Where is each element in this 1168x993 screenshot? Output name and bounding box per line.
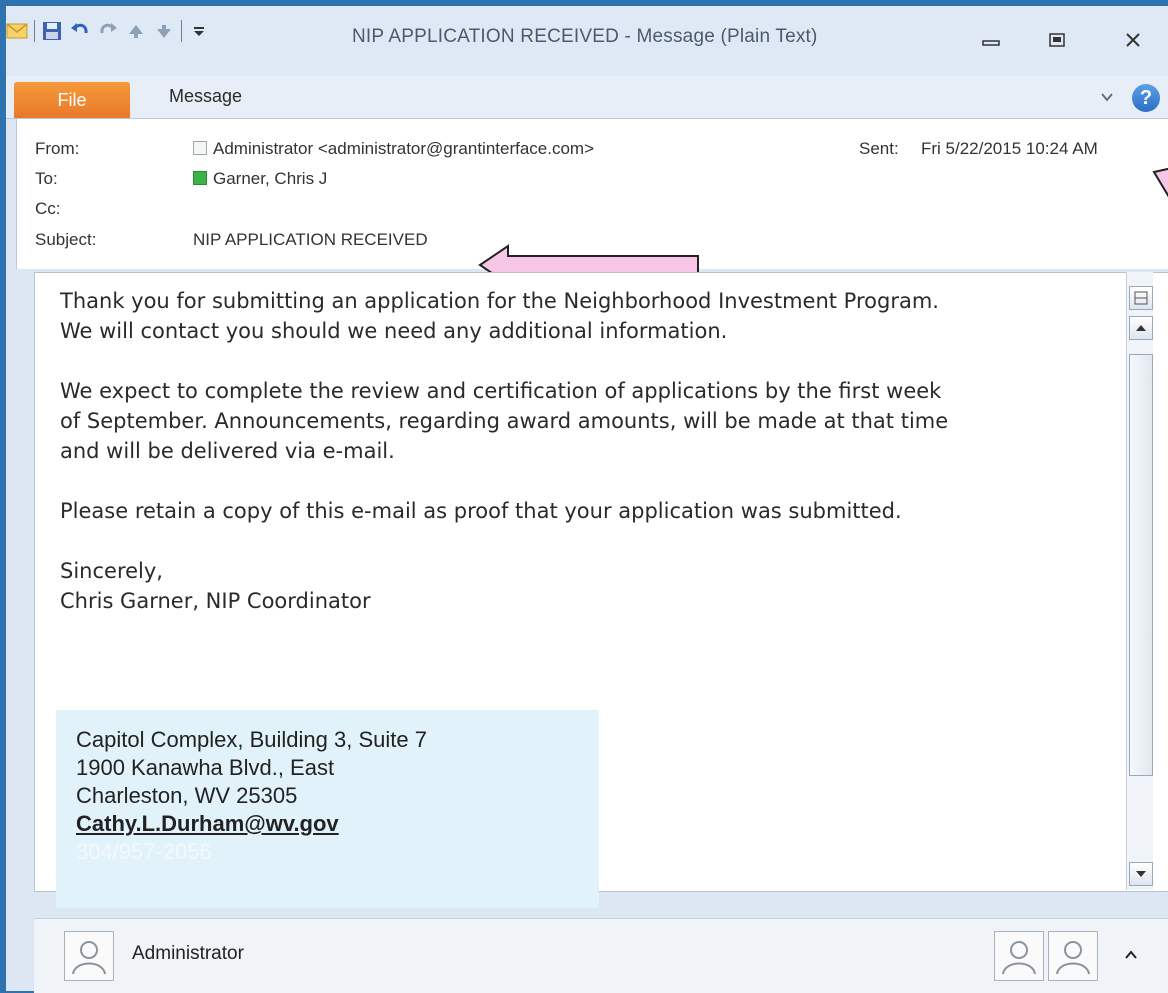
message-body: Thank you for submitting an application … <box>60 286 1120 646</box>
vertical-scrollbar[interactable] <box>1126 272 1153 890</box>
body-paragraph: We expect to complete the review and cer… <box>60 376 1120 466</box>
collapse-ribbon-icon[interactable] <box>1100 90 1114 108</box>
contact-avatar-icon[interactable] <box>1048 931 1098 981</box>
customize-icon[interactable] <box>188 20 210 42</box>
from-label: From: <box>35 139 80 158</box>
signature: Sincerely, Chris Garner, NIP Coordinator <box>60 556 1120 616</box>
minimize-button[interactable] <box>976 28 1006 52</box>
contact-avatar-icon[interactable] <box>994 931 1044 981</box>
up-arrow-icon[interactable] <box>125 20 147 42</box>
subject-label: Subject: <box>35 230 97 249</box>
scroll-up-button[interactable] <box>1129 316 1153 340</box>
split-view-icon[interactable] <box>1129 286 1153 310</box>
people-pane: Administrator <box>34 918 1168 993</box>
sent-label: Sent: <box>859 139 899 158</box>
redo-icon[interactable] <box>97 20 119 42</box>
tab-message[interactable]: Message <box>169 86 242 107</box>
address-line: Charleston, WV 25305 <box>76 783 298 808</box>
down-arrow-icon[interactable] <box>153 20 175 42</box>
sender-name: Administrator <box>132 943 244 964</box>
signature-line: Sincerely, <box>60 559 163 583</box>
signature-line: Chris Garner, NIP Coordinator <box>60 589 371 613</box>
save-icon[interactable] <box>41 20 63 42</box>
body-paragraph: Thank you for submitting an application … <box>60 286 1120 346</box>
scroll-thumb[interactable] <box>1129 354 1153 776</box>
phone-number: 304/957-2056 <box>76 839 212 864</box>
from-value: Administrator <administrator@grantinterf… <box>213 139 595 158</box>
toolbar-separator <box>181 20 182 42</box>
title-bar: NIP APPLICATION RECEIVED - Message (Plai… <box>6 6 1168 76</box>
to-value: Garner, Chris J <box>213 169 328 188</box>
email-link[interactable]: Cathy.L.Durham@wv.gov <box>56 810 599 838</box>
maximize-button[interactable] <box>1042 28 1072 52</box>
help-icon[interactable]: ? <box>1132 84 1160 112</box>
address-line: Capitol Complex, Building 3, Suite 7 <box>76 727 427 752</box>
expand-people-pane-icon[interactable] <box>1124 947 1138 965</box>
address-overlay-box: Capitol Complex, Building 3, Suite 7 190… <box>56 710 599 908</box>
sent-value: Fri 5/22/2015 10:24 AM <box>921 139 1098 158</box>
from-field[interactable]: Administrator <administrator@grantinterf… <box>193 139 594 159</box>
address-line: 1900 Kanawha Blvd., East <box>76 755 335 780</box>
body-line: Please retain a copy of this e-mail as p… <box>60 499 902 523</box>
window-title: NIP APPLICATION RECEIVED - Message (Plai… <box>352 26 818 47</box>
email-icon <box>6 20 28 42</box>
presence-icon <box>193 170 207 185</box>
undo-icon[interactable] <box>69 20 91 42</box>
toolbar-separator <box>34 20 35 42</box>
ribbon-tabs: File Message ? <box>6 76 1168 119</box>
cc-label: Cc: <box>35 199 61 218</box>
close-button[interactable] <box>1118 28 1148 52</box>
contact-checkbox-icon <box>193 140 207 155</box>
body-line: and will be delivered via e-mail. <box>60 439 395 463</box>
subject-value: NIP APPLICATION RECEIVED <box>193 230 428 249</box>
body-line: Thank you for submitting an application … <box>60 289 939 313</box>
body-line: We will contact you should we need any a… <box>60 319 728 343</box>
to-label: To: <box>35 169 58 188</box>
body-line: We expect to complete the review and cer… <box>60 379 942 403</box>
outlook-message-window: NIP APPLICATION RECEIVED - Message (Plai… <box>6 6 1168 993</box>
to-field[interactable]: Garner, Chris J <box>193 169 327 189</box>
scroll-down-button[interactable] <box>1129 862 1153 886</box>
body-line: of September. Announcements, regarding a… <box>60 409 949 433</box>
sender-avatar-icon[interactable] <box>64 931 114 981</box>
quick-access-toolbar <box>6 20 210 42</box>
tab-file[interactable]: File <box>14 82 130 118</box>
body-paragraph: Please retain a copy of this e-mail as p… <box>60 496 1120 526</box>
arrow-annotation-edge <box>1152 167 1168 198</box>
